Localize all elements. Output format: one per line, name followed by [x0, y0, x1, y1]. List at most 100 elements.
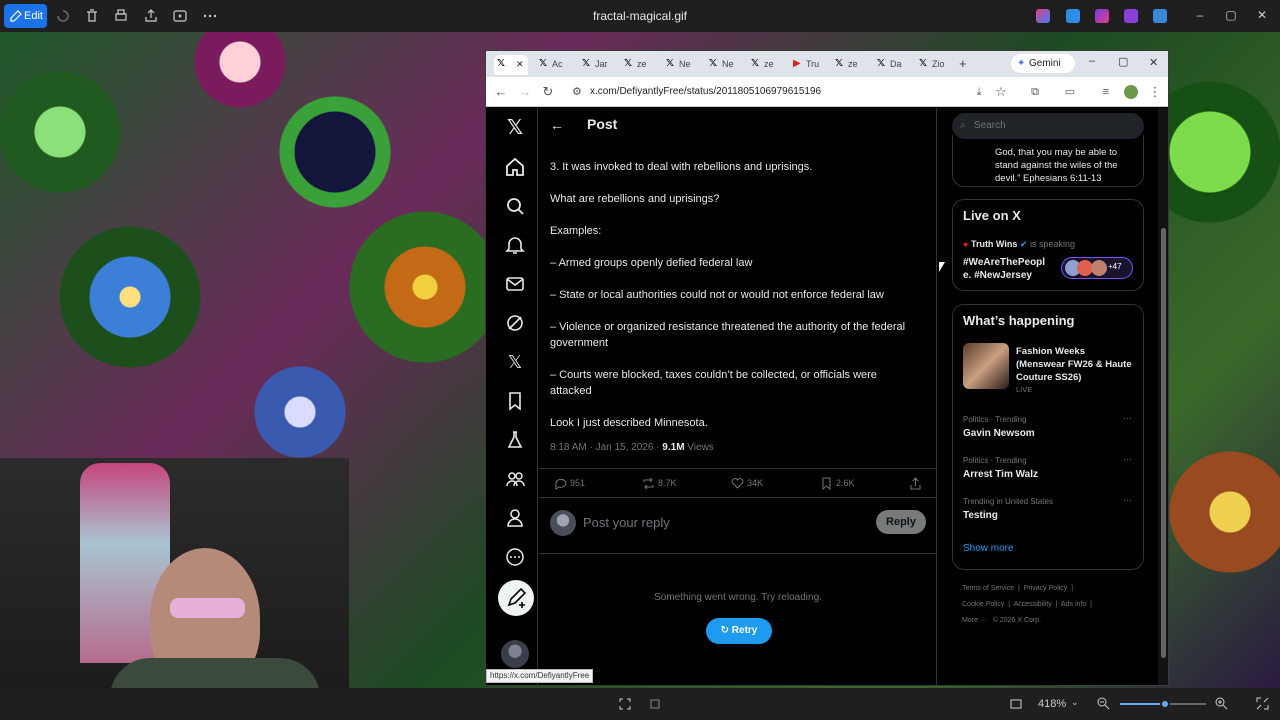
like-action[interactable]: 34K	[731, 477, 763, 490]
minimize-icon[interactable]: –	[1192, 8, 1208, 24]
tab[interactable]: 𝕏ze	[832, 55, 864, 75]
minimize-window-icon[interactable]: –	[1089, 55, 1095, 67]
new-tab-button[interactable]: +	[956, 55, 972, 75]
cookie-link[interactable]: Cookie Policy	[962, 601, 1004, 608]
tab[interactable]: 𝕏 Da	[874, 55, 906, 75]
listeners-pill[interactable]: +47	[1061, 257, 1133, 279]
back-arrow-icon[interactable]: ←	[550, 117, 564, 133]
explore-icon[interactable]	[504, 195, 526, 217]
post-text-line: – Armed groups openly defied federal law	[550, 257, 753, 269]
bookmark-star-icon[interactable]: ☆	[993, 84, 1009, 100]
listener-avatar	[1091, 260, 1107, 276]
live-host-row[interactable]: ● Truth Wins ✔ is speaking	[963, 239, 1075, 250]
more-link[interactable]: More ···	[962, 617, 987, 624]
home-icon[interactable]	[504, 156, 526, 178]
terms-link[interactable]: Terms of Service	[962, 585, 1014, 592]
scrollbar[interactable]	[1158, 108, 1168, 685]
retry-button[interactable]: ↻ Retry	[706, 618, 772, 644]
profile-icon[interactable]	[504, 507, 526, 529]
post-text-line: – Courts were blocked, taxes couldn’t be…	[550, 369, 877, 397]
back-icon[interactable]: ←	[493, 84, 509, 100]
tab[interactable]: ▶ Tru	[790, 55, 822, 75]
copilot-icon[interactable]	[1036, 9, 1050, 23]
zoom-dropdown-icon[interactable]: ⌄	[1071, 697, 1079, 708]
clipchamp-icon[interactable]	[1095, 9, 1109, 23]
grok-icon[interactable]	[504, 312, 526, 334]
more-options-icon[interactable]	[504, 546, 526, 568]
url-field[interactable]: ⚙ x.com/DefiyantlyFree/status/20118051069…	[568, 81, 998, 103]
close-icon[interactable]: ✕	[1254, 8, 1270, 24]
tab[interactable]: 𝕏 Zio	[916, 55, 948, 75]
fashion-week-thumbnail[interactable]	[963, 343, 1009, 389]
post-text-line: Look I just described Minnesota.	[550, 417, 708, 429]
tab-active[interactable]: 𝕏 ✕	[494, 55, 528, 75]
reply-action[interactable]: 951	[554, 477, 585, 490]
messages-icon[interactable]	[504, 273, 526, 295]
bookmarks-icon[interactable]	[504, 390, 526, 412]
maximize-window-icon[interactable]: ▢	[1118, 55, 1128, 68]
featured-title[interactable]: Fashion Weeks (Menswear FW26 & Haute Cou…	[1016, 345, 1134, 384]
reply-icon	[555, 478, 567, 490]
notifications-icon[interactable]	[504, 234, 526, 256]
trend-name[interactable]: Testing	[963, 510, 998, 521]
x-logo-icon[interactable]: 𝕏	[504, 117, 526, 139]
sidepanel-icon[interactable]: ▭	[1062, 84, 1078, 100]
communities-icon[interactable]	[504, 468, 526, 490]
repost-action[interactable]: 8.7K	[642, 477, 677, 490]
live-topic[interactable]: #WeAreThePeopl e. #NewJersey	[963, 256, 1053, 282]
account-avatar[interactable]	[501, 640, 529, 668]
live-title: Live on X	[963, 208, 1021, 223]
youtube-icon: ▶	[793, 58, 801, 69]
designer-icon[interactable]	[1066, 9, 1080, 23]
gemini-button[interactable]: ✦ Gemini	[1011, 54, 1075, 73]
jobs-icon[interactable]	[504, 429, 526, 451]
reply-input[interactable]: Post your reply	[583, 515, 670, 530]
x-icon: 𝕏	[582, 58, 591, 69]
tab-close-icon[interactable]: ✕	[516, 55, 524, 73]
tab[interactable]: 𝕏ze	[621, 55, 653, 75]
tab[interactable]: 𝕏ze	[748, 55, 780, 75]
maximize-icon[interactable]: ▢	[1223, 8, 1239, 24]
accessibility-link[interactable]: Accessibility	[1014, 601, 1052, 608]
whats-happening-card: What’s happening Fashion Weeks (Menswear…	[952, 304, 1144, 570]
scrollbar-thumb[interactable]	[1161, 228, 1166, 658]
crop-icon[interactable]	[649, 698, 661, 710]
premium-x-icon[interactable]: 𝕏	[504, 351, 526, 373]
fullscreen-icon[interactable]	[1256, 697, 1269, 710]
trend-name[interactable]: Arrest Tim Walz	[963, 469, 1038, 480]
show-more-link[interactable]: Show more	[963, 543, 1014, 554]
extensions-icon[interactable]: ⧉	[1027, 84, 1043, 100]
post-text-line: – State or local authorities could not o…	[550, 289, 884, 301]
site-info-icon[interactable]: ⚙	[572, 81, 582, 103]
actual-size-icon[interactable]	[1010, 698, 1022, 710]
trend-more-icon[interactable]: ···	[1123, 454, 1132, 464]
zoom-slider[interactable]	[1120, 699, 1206, 709]
media-icon[interactable]: ≡	[1098, 84, 1114, 100]
zoom-out-icon[interactable]	[1097, 697, 1110, 710]
install-icon[interactable]: ⤓	[971, 84, 987, 100]
profile-avatar[interactable]	[1124, 85, 1138, 99]
reload-icon[interactable]: ↻	[540, 84, 556, 100]
zoom-level[interactable]: 418%	[1038, 698, 1066, 710]
onedrive-icon[interactable]	[1153, 9, 1167, 23]
zoom-in-icon[interactable]	[1215, 697, 1228, 710]
forward-icon[interactable]: →	[517, 84, 533, 100]
close-window-icon[interactable]: ✕	[1149, 56, 1158, 69]
tab[interactable]: 𝕏 Jar	[579, 55, 611, 75]
compose-post-button[interactable]	[498, 580, 534, 616]
bookmark-action[interactable]: 2.6K	[820, 477, 855, 490]
tab[interactable]: 𝕏 Ne	[663, 55, 695, 75]
tab[interactable]: 𝕏 Ne	[706, 55, 738, 75]
share-action[interactable]	[909, 477, 925, 490]
post-time[interactable]: 8:18 AM · Jan 15, 2026 ·	[550, 442, 662, 453]
fit-icon[interactable]	[619, 698, 631, 710]
tab[interactable]: 𝕏 Ac	[536, 55, 568, 75]
reply-button[interactable]: Reply	[876, 510, 926, 534]
trend-more-icon[interactable]: ···	[1123, 495, 1132, 505]
privacy-link[interactable]: Privacy Policy	[1024, 585, 1068, 592]
photos-app-icon[interactable]	[1124, 9, 1138, 23]
trend-more-icon[interactable]: ···	[1123, 413, 1132, 423]
trend-name[interactable]: Gavin Newsom	[963, 428, 1035, 439]
ads-info-link[interactable]: Ads info	[1061, 601, 1086, 608]
menu-icon[interactable]: ⋮	[1147, 84, 1163, 100]
